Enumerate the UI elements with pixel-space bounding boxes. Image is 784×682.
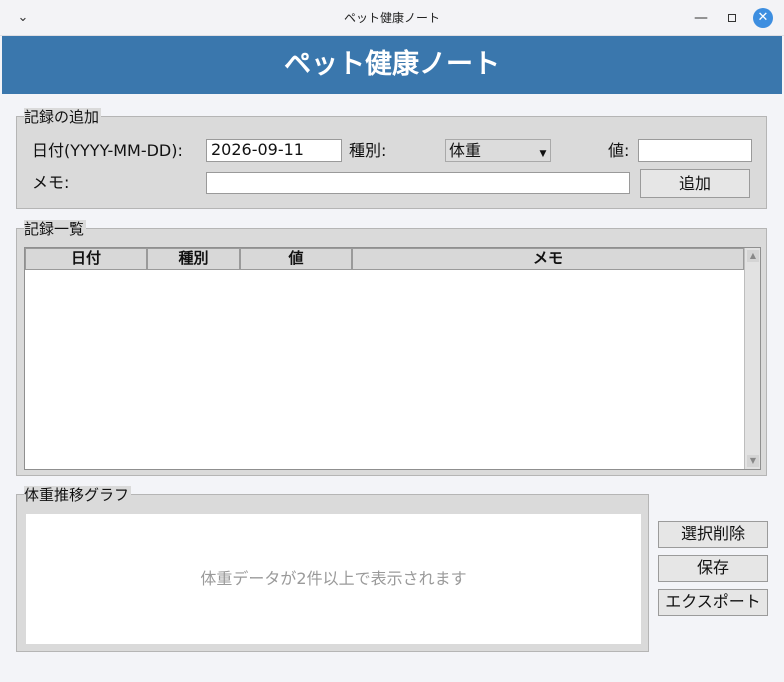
memo-label: メモ: [32, 173, 70, 192]
delete-selected-button[interactable]: 選択削除 [658, 521, 768, 548]
save-button[interactable]: 保存 [658, 555, 768, 582]
scroll-up-arrow-icon[interactable]: ▲ [747, 250, 759, 262]
weight-graph-legend: 体重推移グラフ [24, 486, 132, 504]
table-scrollbar[interactable]: ▲ ▼ [744, 248, 760, 469]
memo-input[interactable] [206, 172, 630, 194]
maximize-icon[interactable] [721, 7, 743, 29]
date-label: 日付(YYYY-MM-DD): [32, 141, 183, 160]
graph-placeholder-text: 体重データが2件以上で表示されます [200, 569, 467, 588]
kind-select[interactable]: 体重 ▼ [445, 139, 551, 162]
window-title: ペット健康ノート [343, 11, 440, 25]
app-header-title: ペット健康ノート [2, 36, 782, 94]
close-icon[interactable]: ✕ [753, 8, 773, 28]
add-record-legend: 記録の追加 [24, 108, 102, 126]
column-header-memo[interactable]: メモ [352, 248, 744, 270]
dropdown-arrow-icon[interactable]: ▼ [538, 149, 548, 159]
column-header-value[interactable]: 値 [240, 248, 352, 270]
add-button[interactable]: 追加 [640, 169, 750, 198]
value-input[interactable] [638, 139, 752, 162]
weight-graph-canvas: 体重データが2件以上で表示されます [26, 514, 641, 644]
minimize-icon[interactable]: — [690, 7, 712, 29]
export-button[interactable]: エクスポート [658, 589, 768, 616]
record-table[interactable]: 日付 種別 値 メモ ▲ ▼ [24, 247, 761, 470]
scroll-down-arrow-icon[interactable]: ▼ [747, 455, 759, 467]
record-list-legend: 記録一覧 [24, 220, 87, 238]
column-header-date[interactable]: 日付 [25, 248, 147, 270]
date-input[interactable]: 2026-09-11 [206, 139, 342, 162]
column-header-kind[interactable]: 種別 [147, 248, 240, 270]
kind-selected-value: 体重 [449, 141, 482, 160]
kind-label: 種別: [349, 141, 387, 160]
value-label: 値: [608, 141, 630, 160]
